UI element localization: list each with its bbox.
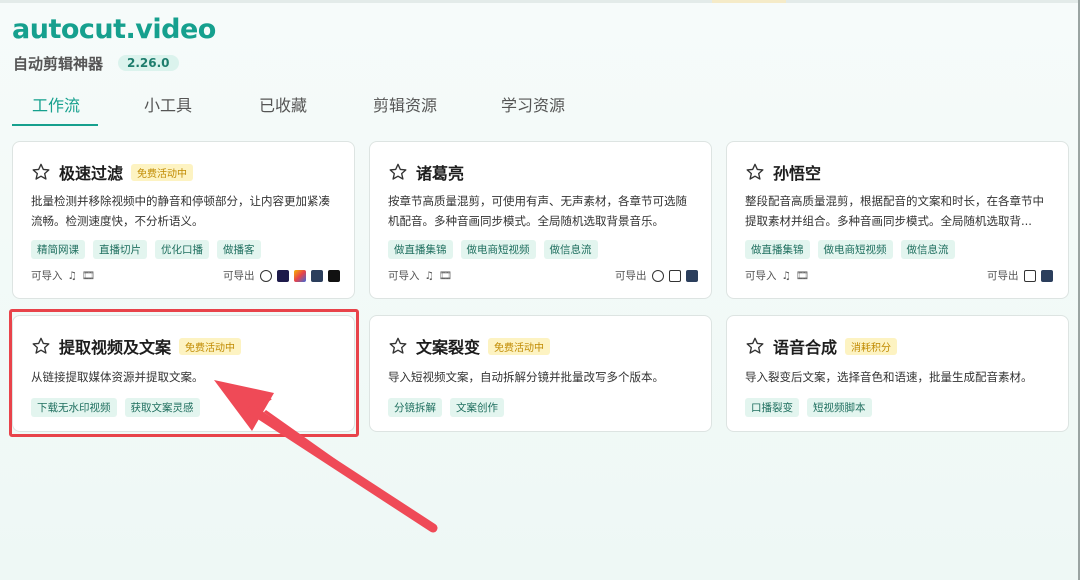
annotation-arrow-icon <box>214 380 438 533</box>
